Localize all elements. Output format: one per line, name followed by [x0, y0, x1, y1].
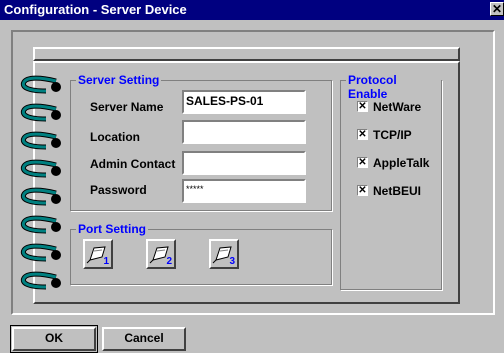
port-3-number: 3 — [229, 256, 235, 267]
tcpip-checkbox[interactable]: ✕ — [357, 129, 368, 140]
netware-checkbox[interactable]: ✕ — [357, 101, 368, 112]
server-name-field[interactable]: SALES-PS-01 — [182, 90, 306, 114]
close-button[interactable]: ✕ — [490, 2, 504, 16]
admin-contact-label: Admin Contact — [90, 157, 176, 171]
port-2-button[interactable]: 2 — [146, 239, 176, 269]
port-1-button[interactable]: 1 — [83, 239, 113, 269]
close-icon: ✕ — [491, 2, 503, 16]
location-label: Location — [90, 130, 140, 144]
protocol-enable-title: Protocol Enable — [346, 73, 441, 101]
cancel-button[interactable]: Cancel — [102, 327, 186, 351]
binder-ring-icon — [20, 187, 61, 206]
server-setting-title: Server Setting — [76, 73, 162, 87]
server-name-label: Server Name — [90, 100, 164, 114]
netware-label: NetWare — [373, 100, 422, 114]
netbeui-checkbox[interactable]: ✕ — [357, 185, 368, 196]
binder-ring-icon — [20, 243, 61, 262]
binder-ring-icon — [20, 131, 61, 150]
binder-ring-icon — [20, 159, 61, 178]
notebook-tab-strip — [33, 47, 460, 61]
ok-button[interactable]: OK — [12, 327, 96, 351]
tcpip-label: TCP/IP — [373, 128, 412, 142]
password-label: Password — [90, 183, 147, 197]
port-2-number: 2 — [166, 256, 172, 267]
binder-ring-icon — [20, 103, 61, 122]
binder-ring-icon — [20, 215, 61, 234]
window-title: Configuration - Server Device — [4, 2, 187, 17]
binder-rings — [20, 75, 61, 290]
binder-ring-icon — [20, 271, 61, 290]
location-field[interactable] — [182, 120, 306, 144]
appletalk-checkbox[interactable]: ✕ — [357, 157, 368, 168]
port-3-button[interactable]: 3 — [209, 239, 239, 269]
binder-ring-icon — [20, 75, 61, 94]
port-setting-title: Port Setting — [76, 222, 148, 236]
title-bar: Configuration - Server Device ✕ — [0, 0, 504, 20]
notebook-page: Server Setting Server Name SALES-PS-01 L… — [33, 61, 460, 304]
netbeui-label: NetBEUI — [373, 184, 422, 198]
admin-contact-field[interactable] — [182, 151, 306, 175]
port-1-number: 1 — [103, 256, 109, 267]
password-field[interactable]: ***** — [182, 179, 306, 203]
appletalk-label: AppleTalk — [373, 156, 430, 170]
